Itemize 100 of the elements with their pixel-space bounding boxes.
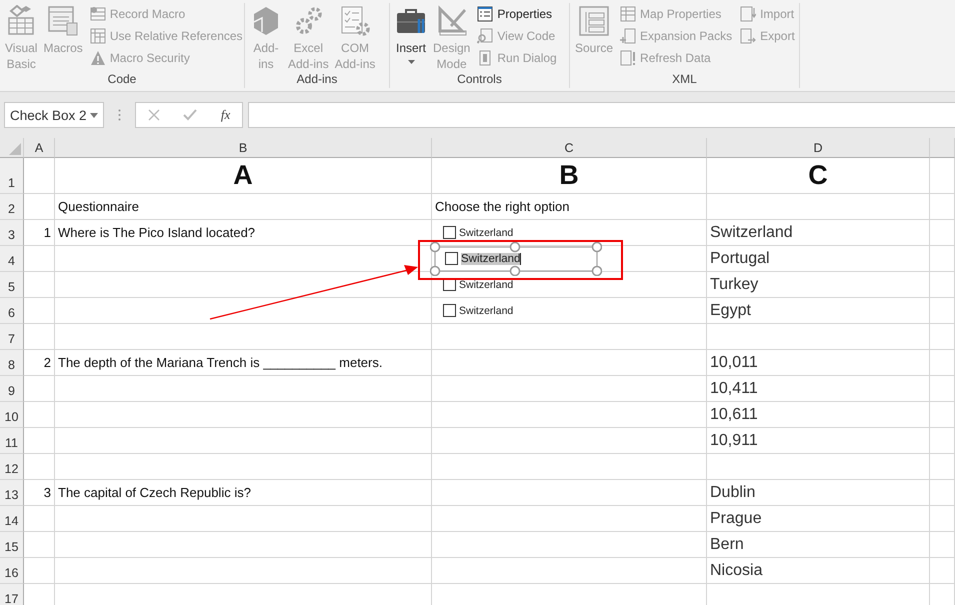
row-header[interactable]: 12 — [0, 454, 24, 480]
document-import-icon — [740, 6, 756, 22]
table-cell — [24, 454, 55, 480]
row-header[interactable]: 4 — [0, 246, 24, 272]
table-cell — [930, 194, 955, 220]
warning-icon — [90, 50, 106, 66]
row-header[interactable]: 7 — [0, 324, 24, 350]
row-header[interactable]: 2 — [0, 194, 24, 220]
formula-input[interactable] — [248, 102, 955, 128]
table-cell — [24, 246, 55, 272]
table-cell: The capital of Czech Republic is? — [55, 480, 432, 506]
table-cell: Turkey — [707, 272, 930, 298]
document-alert-icon — [620, 50, 636, 66]
checkbox[interactable]: Switzerland — [443, 304, 514, 317]
table-cell — [930, 158, 955, 194]
ribbon-button[interactable]: Properties — [475, 3, 559, 25]
row-header[interactable]: 14 — [0, 506, 24, 532]
column-header[interactable]: A — [24, 138, 55, 158]
table-cell — [930, 402, 955, 428]
table-cell — [24, 194, 55, 220]
dialog-icon — [477, 50, 494, 66]
ribbon-button[interactable]: Insert — [394, 3, 428, 66]
row-header[interactable]: 10 — [0, 402, 24, 428]
table-cell — [24, 158, 55, 194]
checklist-icon — [339, 5, 372, 37]
table-cell: Dublin — [707, 480, 930, 506]
check-icon[interactable] — [183, 109, 198, 121]
row-header[interactable]: 9 — [0, 376, 24, 402]
table-cell: 10,611 — [707, 402, 930, 428]
table-cell: Questionnaire — [55, 194, 432, 220]
table-cell — [930, 298, 955, 324]
table-cell — [24, 402, 55, 428]
table-cell — [24, 324, 55, 350]
row-header[interactable]: 11 — [0, 428, 24, 454]
row-header[interactable]: 13 — [0, 480, 24, 506]
row-header[interactable]: 3 — [0, 220, 24, 246]
row-header[interactable]: 1 — [0, 158, 24, 194]
table-cell — [24, 428, 55, 454]
table-cell: Where is The Pico Island located? — [55, 220, 432, 246]
checkbox[interactable]: Switzerland — [443, 278, 514, 291]
column-header[interactable]: C — [432, 138, 707, 158]
table-cell — [930, 506, 955, 532]
caret-icon — [90, 112, 98, 118]
table-cell: 10,911 — [707, 428, 930, 454]
group-label: Code — [106, 71, 138, 87]
table-cell: A — [55, 158, 432, 194]
checkbox[interactable]: Switzerland — [443, 226, 514, 239]
table-cell — [930, 376, 955, 402]
row-header[interactable]: 15 — [0, 532, 24, 558]
table-cell — [24, 558, 55, 584]
table-cell: Egypt — [707, 298, 930, 324]
table-cell: B — [432, 158, 707, 194]
row-header[interactable]: 5 — [0, 272, 24, 298]
insert-function-button[interactable]: fx — [220, 107, 230, 123]
grip-icon[interactable] — [118, 109, 121, 121]
table-cell: 2 — [24, 350, 55, 376]
table-cell — [930, 532, 955, 558]
sheet-icon — [47, 5, 80, 37]
row-header[interactable]: 17 — [0, 584, 24, 605]
select-all-icon[interactable] — [9, 143, 21, 155]
column-header[interactable]: D — [707, 138, 930, 158]
row-header[interactable]: 6 — [0, 298, 24, 324]
record-icon — [90, 6, 106, 22]
table-cell — [930, 272, 955, 298]
table-cell: Switzerland — [707, 220, 930, 246]
table-cell — [930, 558, 955, 584]
table-cell — [930, 324, 955, 350]
close-icon[interactable] — [148, 109, 160, 121]
table-cell — [24, 272, 55, 298]
group-label: XML — [671, 71, 698, 87]
table-icon — [90, 28, 106, 44]
table-cell: 10,411 — [707, 376, 930, 402]
row-header[interactable]: 16 — [0, 558, 24, 584]
table-cell: Choose the right option — [432, 194, 707, 220]
table-cell — [930, 246, 955, 272]
table-cell: C — [707, 158, 930, 194]
column-header[interactable]: B — [55, 138, 432, 158]
ruler-pencil-icon — [436, 5, 468, 37]
table-cell: 3 — [24, 480, 55, 506]
table-cell — [930, 220, 955, 246]
table-cell: 1 — [24, 220, 55, 246]
row-header[interactable]: 8 — [0, 350, 24, 376]
table-cell — [24, 506, 55, 532]
group-label: Add-ins — [296, 71, 338, 87]
table-cell — [930, 480, 955, 506]
table-cell — [930, 350, 955, 376]
table-cell — [24, 376, 55, 402]
table-cell: Bern — [707, 532, 930, 558]
group-label: Controls — [456, 71, 503, 87]
selection-frame[interactable] — [430, 242, 602, 276]
table-cell: The depth of the Mariana Trench is __________ meters. — [55, 350, 432, 376]
name-box[interactable]: Check Box 2 — [4, 102, 104, 128]
table-cell: Nicosia — [707, 558, 930, 584]
view-code-icon — [477, 28, 494, 44]
column-header[interactable] — [930, 138, 955, 158]
table-cell: Prague — [707, 506, 930, 532]
grid-icon — [620, 6, 636, 22]
document-plus-icon — [620, 28, 636, 44]
document-export-icon — [740, 28, 756, 44]
table-cell — [930, 428, 955, 454]
